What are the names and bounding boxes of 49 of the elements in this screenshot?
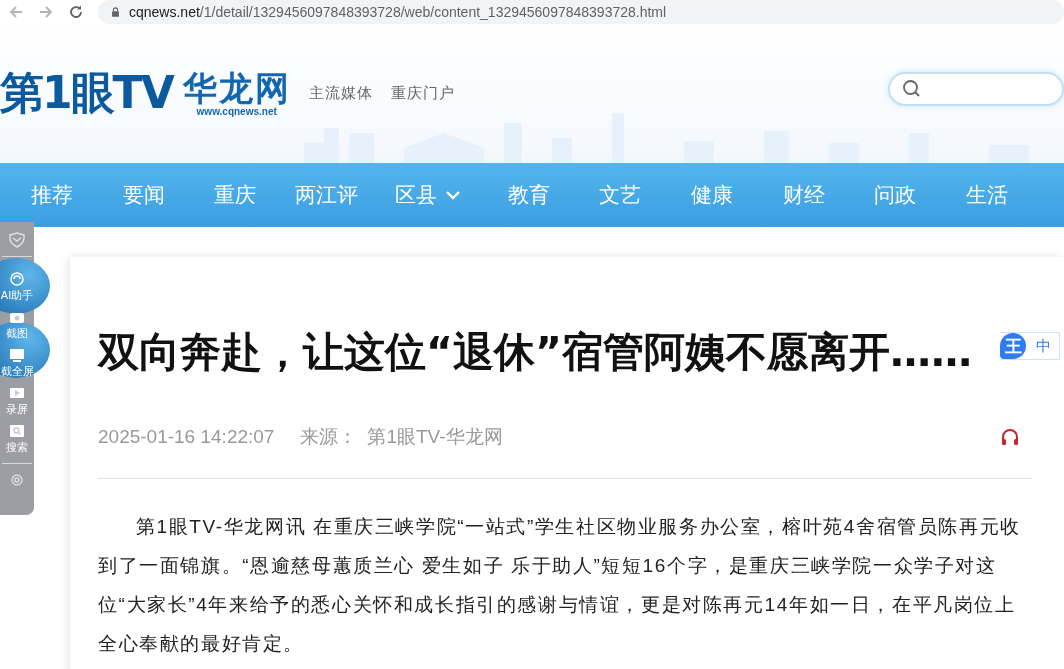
reload-icon[interactable] (68, 4, 84, 20)
publish-date: 2025-01-16 14:22:07 (98, 426, 275, 448)
source-name: 第1眼TV-华龙网 (367, 425, 503, 449)
nav-link[interactable]: 生活 (941, 163, 1033, 227)
nav-link[interactable]: 教育 (482, 163, 575, 227)
nav-link[interactable]: 推荐 (6, 163, 98, 227)
assistant-icon[interactable] (8, 271, 26, 287)
shield-icon[interactable] (8, 232, 26, 248)
tool-button[interactable]: AI助手 (0, 271, 34, 303)
forward-icon[interactable] (38, 4, 54, 20)
nav-link[interactable]: 两江评 (281, 163, 373, 227)
tool-label: AI助手 (0, 288, 34, 303)
logo[interactable]: 第1眼TV (0, 64, 173, 123)
lock-icon[interactable] (110, 4, 121, 20)
article-paragraph: 第1眼TV-华龙网讯 在重庆三峡学院“一站式”学生社区物业服务办公室，榕叶苑4舍宿管员陈再元收到了一面锦旗。“恩逾慈母蕙质兰心 爱生如子 乐于助人”短短16个字，是重庆三峡学院一众学子对这位“大家长”4年来给予的悉心关怀和成长指引的感谢与情谊，更是对陈再元14年如一日，在平凡岗位上全心奉献的最好肯定。 (98, 515, 1022, 656)
article-title: 双向奔赴，让这位“退休”宿管阿姨不愿离开…… (98, 327, 972, 378)
nav-link[interactable]: 健康 (666, 163, 758, 227)
tool-label: 搜索 (6, 440, 28, 455)
source-label: 来源： (300, 425, 358, 449)
share-button[interactable] (0, 258, 50, 314)
nav-link[interactable]: 问政 (849, 163, 942, 227)
tool-button[interactable]: 录屏 (6, 385, 28, 417)
nav-link[interactable]: 区县 (372, 163, 483, 227)
monitor-icon[interactable] (8, 347, 26, 363)
back-icon[interactable] (8, 4, 24, 20)
brand-name: 华龙网 (182, 70, 291, 106)
nav-link[interactable]: 要闻 (97, 163, 190, 227)
tool-label: 截全屏 (0, 364, 34, 379)
language-label[interactable]: 中 (1036, 336, 1051, 356)
tool-button[interactable]: 搜索 (6, 423, 28, 455)
translate-badge[interactable]: 王 (1000, 333, 1026, 359)
search-icon (902, 79, 922, 99)
nav-link[interactable]: 财经 (757, 163, 850, 227)
slogan: 主流媒体 (308, 84, 373, 103)
nav-link[interactable]: 文艺 (574, 163, 667, 227)
headphones-icon[interactable] (1000, 428, 1020, 446)
address-bar[interactable]: cqnews.net/1/detail/1329456097848393728/web/content_1329456097848393728.html (98, 0, 1064, 24)
share-button[interactable] (0, 322, 50, 378)
search-field[interactable] (888, 72, 1064, 106)
video-icon[interactable] (8, 385, 26, 401)
nav-link[interactable]: 重庆 (189, 163, 282, 227)
settings-icon[interactable] (8, 472, 26, 488)
tool-label: 录屏 (6, 402, 28, 417)
search-icon[interactable] (8, 423, 26, 439)
domain-text: www.cqnews.net (196, 106, 277, 117)
slogan: 重庆门户 (390, 84, 455, 103)
tool-label: 截图 (6, 326, 28, 341)
tool-button[interactable]: 截全屏 (0, 347, 34, 379)
tool-button[interactable]: 截图 (6, 309, 28, 341)
